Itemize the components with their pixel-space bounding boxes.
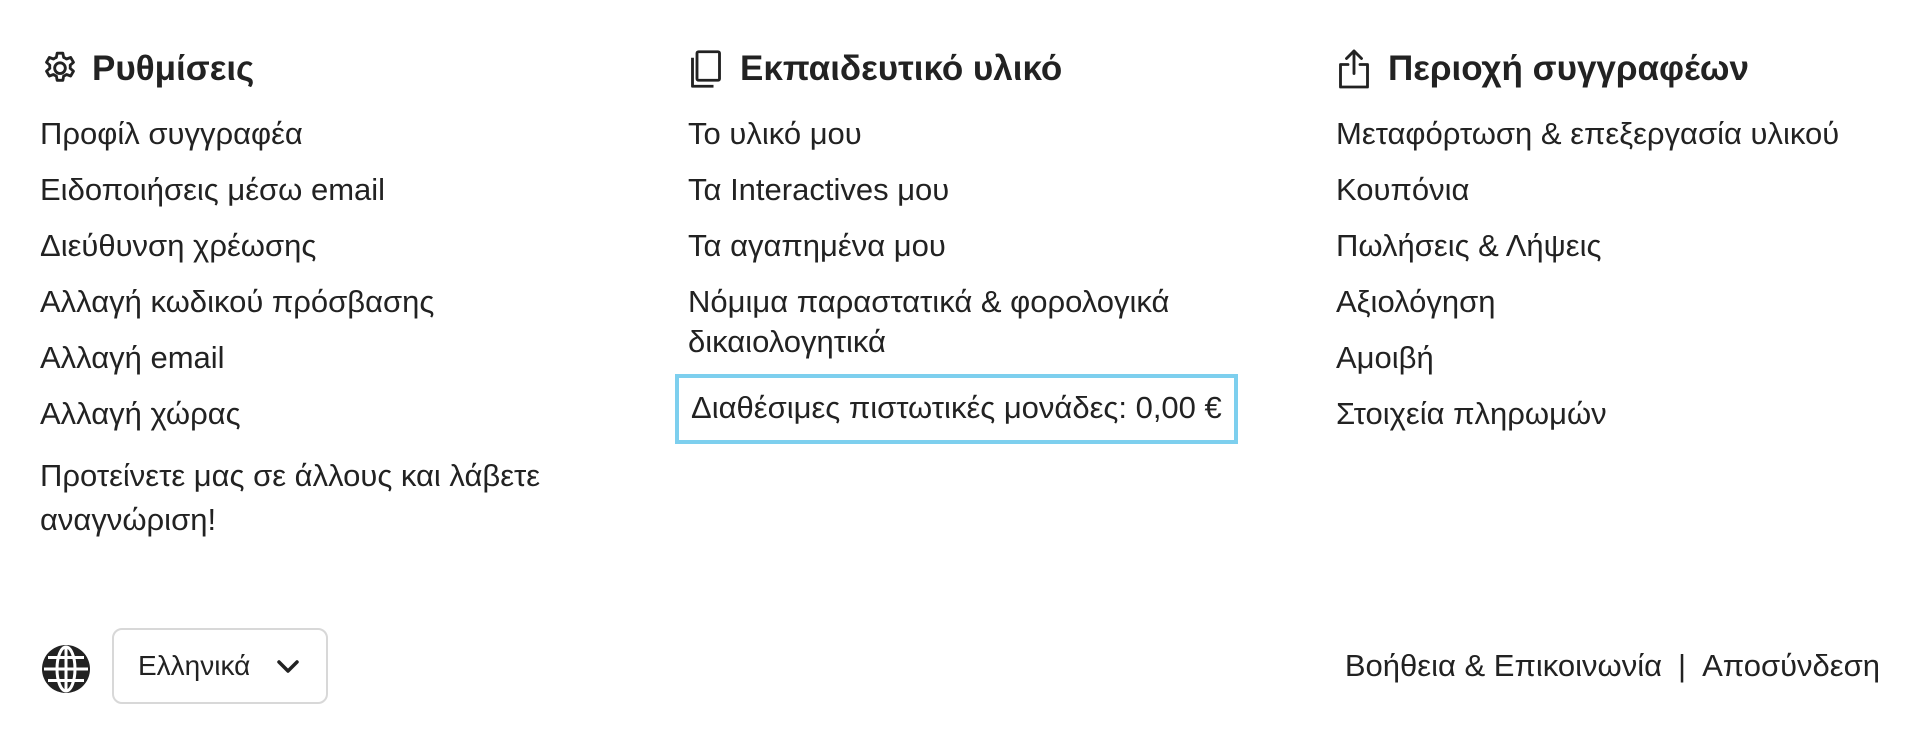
link-my-interactives[interactable]: Τα Interactives μου (688, 162, 1288, 218)
link-my-material[interactable]: Το υλικό μου (688, 106, 1288, 162)
link-email-notifications[interactable]: Ειδοποιήσεις μέσω email (40, 162, 640, 218)
link-payment-details[interactable]: Στοιχεία πληρωμών (1336, 386, 1928, 442)
link-payment[interactable]: Αμοιβή (1336, 330, 1928, 386)
available-credits[interactable]: Διαθέσιμες πιστωτικές μονάδες: 0,00 € (675, 374, 1238, 444)
material-column: Εκπαιδευτικό υλικό Το υλικό μου Τα Inter… (675, 44, 1288, 444)
link-sales-downloads[interactable]: Πωλήσεις & Λήψεις (1336, 218, 1928, 274)
globe-icon (40, 643, 92, 695)
link-change-country[interactable]: Αλλαγή χώρας (40, 386, 640, 442)
logout-link[interactable]: Αποσύνδεση (1702, 646, 1880, 686)
settings-title: Ρυθμίσεις (92, 49, 255, 88)
authors-column: Περιοχή συγγραφέων Μεταφόρτωση & επεξεργ… (1336, 44, 1928, 442)
material-header: Εκπαιδευτικό υλικό (688, 44, 1288, 94)
settings-header: Ρυθμίσεις (40, 44, 640, 94)
link-change-email[interactable]: Αλλαγή email (40, 330, 640, 386)
authors-title: Περιοχή συγγραφέων (1388, 49, 1749, 88)
link-legal-tax-documents[interactable]: Νόμιμα παραστατικά & φορολογικά δικαιολο… (688, 274, 1248, 370)
material-links: Το υλικό μου Τα Interactives μου Τα αγαπ… (688, 106, 1288, 370)
help-contact-link[interactable]: Βοήθεια & Επικοινωνία (1345, 646, 1662, 686)
link-upload-edit-material[interactable]: Μεταφόρτωση & επεξεργασία υλικού (1336, 106, 1928, 162)
footer-links: Βοήθεια & Επικοινωνία | Αποσύνδεση (1345, 646, 1880, 686)
link-author-profile[interactable]: Προφίλ συγγραφέα (40, 106, 640, 162)
link-rating[interactable]: Αξιολόγηση (1336, 274, 1928, 330)
copy-icon (688, 47, 728, 91)
settings-column: Ρυθμίσεις Προφίλ συγγραφέα Ειδοποιήσεις … (40, 44, 640, 550)
footer-separator: | (1678, 648, 1687, 683)
link-change-password[interactable]: Αλλαγή κωδικού πρόσβασης (40, 274, 640, 330)
material-title: Εκπαιδευτικό υλικό (740, 49, 1063, 88)
link-billing-address[interactable]: Διεύθυνση χρέωσης (40, 218, 640, 274)
authors-links: Μεταφόρτωση & επεξεργασία υλικού Κουπόνι… (1336, 106, 1928, 442)
link-refer-friends[interactable]: Προτείνετε μας σε άλλους και λάβετε αναγ… (40, 442, 640, 550)
gear-icon (40, 47, 80, 91)
link-coupons[interactable]: Κουπόνια (1336, 162, 1928, 218)
upload-icon (1336, 47, 1376, 91)
chevron-down-icon (274, 656, 302, 678)
link-my-favorites[interactable]: Τα αγαπημένα μου (688, 218, 1288, 274)
language-selected-label: Ελληνικά (138, 650, 251, 681)
settings-links: Προφίλ συγγραφέα Ειδοποιήσεις μέσω email… (40, 106, 640, 550)
authors-header: Περιοχή συγγραφέων (1336, 44, 1928, 94)
language-select[interactable]: Ελληνικά (112, 628, 328, 704)
